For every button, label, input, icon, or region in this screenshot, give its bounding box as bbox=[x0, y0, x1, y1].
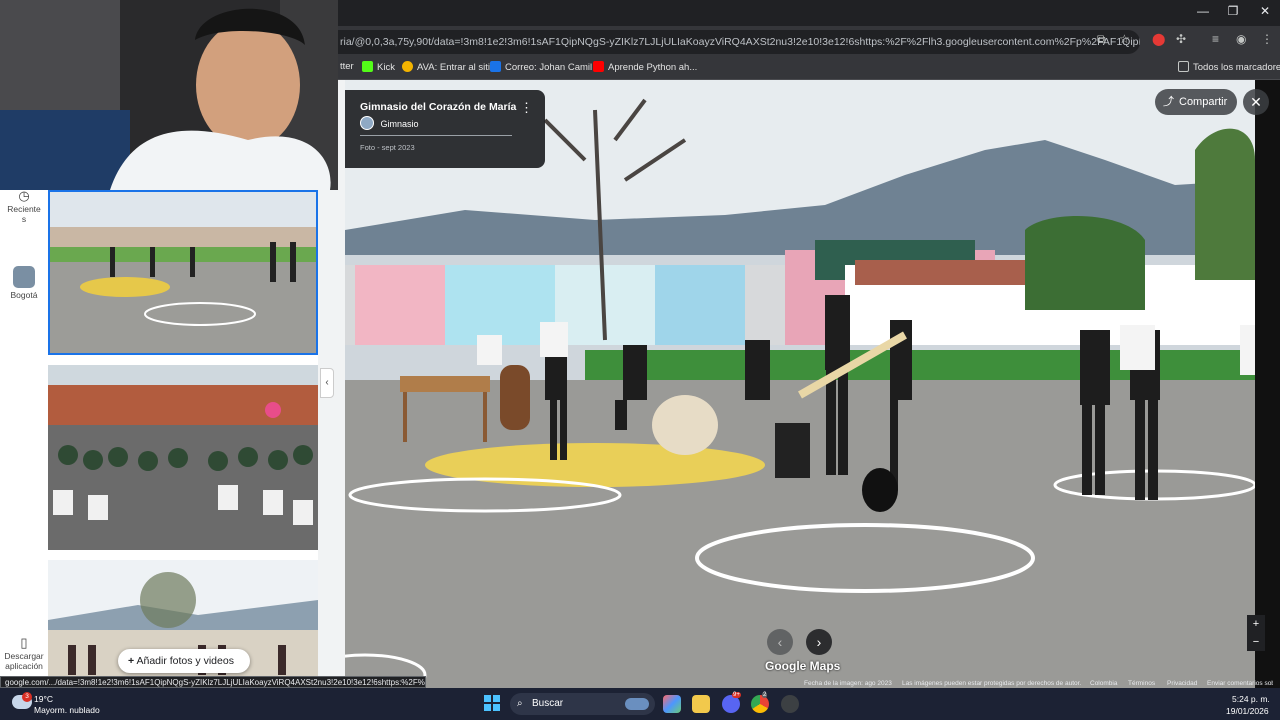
gym-avatar-icon bbox=[360, 116, 374, 130]
all-bookmarks[interactable]: Todos los marcadores bbox=[1178, 61, 1280, 73]
tab-search-icon[interactable]: ≡ bbox=[1212, 32, 1219, 46]
privacy-link[interactable]: Privacidad bbox=[1167, 680, 1197, 687]
previous-photo-button[interactable]: ‹ bbox=[767, 629, 793, 655]
thumbnail-image bbox=[50, 192, 316, 353]
folder-icon bbox=[1178, 61, 1189, 72]
chrome-icon[interactable]: 2 bbox=[751, 692, 769, 713]
place-title[interactable]: Gimnasio del Corazón de María bbox=[360, 101, 516, 113]
webcam-feed bbox=[0, 0, 338, 190]
card-divider bbox=[360, 135, 512, 136]
thumbnail-image bbox=[48, 365, 318, 550]
school-band-photo bbox=[345, 80, 1255, 688]
phone-icon: ▯ bbox=[20, 635, 28, 650]
share-icon: ⤴ bbox=[1163, 96, 1174, 108]
mail-icon bbox=[490, 61, 501, 72]
address-bar[interactable]: ria/@0,0,3a,75y,90t/data=!3m8!1e2!3m6!1s… bbox=[280, 30, 1140, 54]
search-highlight-icon bbox=[625, 698, 649, 710]
plus-icon: + bbox=[128, 655, 135, 667]
close-viewer-button[interactable]: ✕ bbox=[1243, 89, 1269, 115]
clock-time[interactable]: 5:24 p. m. bbox=[1232, 694, 1270, 704]
weather-temp: 19°C bbox=[34, 694, 53, 704]
search-icon: ⌕ bbox=[517, 698, 523, 709]
photo-date: Foto - sept 2023 bbox=[360, 143, 415, 152]
discord-badge: 9+ bbox=[732, 692, 741, 698]
zoom-control: + − bbox=[1247, 615, 1265, 651]
file-explorer-icon[interactable] bbox=[692, 695, 710, 713]
weather-desc: Mayorm. nublado bbox=[34, 705, 100, 715]
menu-icon[interactable]: ⋮ bbox=[1261, 32, 1273, 46]
weather-widget[interactable]: 3 19°C Mayorm. nublado bbox=[8, 692, 108, 716]
webcam-overlay bbox=[0, 0, 338, 190]
feedback-link[interactable]: Enviar comentarios sobre el producto bbox=[1207, 680, 1273, 687]
place-category-row: Gimnasio bbox=[360, 116, 419, 130]
terms-link[interactable]: Términos bbox=[1128, 680, 1155, 687]
main-photo[interactable] bbox=[345, 80, 1255, 688]
google-maps-logo: Google Maps bbox=[765, 659, 841, 673]
weather-alert-badge: 3 bbox=[22, 692, 32, 702]
bookmark-twitter[interactable]: tter bbox=[340, 61, 354, 72]
youtube-icon bbox=[593, 61, 604, 72]
image-date: Fecha de la imagen: ago 2023 bbox=[804, 680, 892, 687]
more-options-icon[interactable]: ⋮ bbox=[520, 100, 533, 116]
place-info-card[interactable]: Gimnasio del Corazón de María ⋮ Gimnasio… bbox=[345, 90, 545, 168]
app-icon[interactable] bbox=[781, 695, 799, 713]
maximize-button[interactable]: ❐ bbox=[1218, 4, 1248, 18]
close-window-button[interactable]: ✕ bbox=[1250, 4, 1280, 18]
windows-start-icon[interactable] bbox=[484, 695, 500, 711]
copilot-icon[interactable] bbox=[663, 695, 681, 713]
bookmark-ava[interactable]: AVA: Entrar al sitio bbox=[402, 61, 495, 73]
download-app-button[interactable]: ▯ Descargar aplicación bbox=[0, 635, 48, 671]
chevron-left-icon: ‹ bbox=[325, 377, 329, 388]
profile-icon[interactable]: ◉ bbox=[1236, 32, 1246, 46]
share-button[interactable]: ⤴ Compartir bbox=[1155, 89, 1237, 115]
copyright-notice: Las imágenes pueden estar protegidas por… bbox=[902, 680, 1082, 687]
add-photos-button[interactable]: + Añadir fotos y videos bbox=[118, 649, 250, 673]
bookmark-correo[interactable]: Correo: Johan Camil... bbox=[490, 61, 600, 73]
bookmark-star-icon[interactable]: ☆ bbox=[1119, 32, 1130, 46]
kick-icon bbox=[362, 61, 373, 72]
bookmark-kick[interactable]: Kick bbox=[362, 61, 395, 73]
extensions-puzzle-icon[interactable]: ✣ bbox=[1176, 32, 1186, 46]
place-thumbnail-icon bbox=[13, 266, 35, 288]
taskbar-search[interactable]: ⌕ Buscar bbox=[510, 693, 655, 715]
url-text: ria/@0,0,3a,75y,90t/data=!3m8!1e2!3m6!1s… bbox=[340, 36, 1140, 48]
clock-date[interactable]: 19/01/2026 bbox=[1226, 706, 1269, 716]
viewer-right-edge bbox=[1255, 80, 1280, 688]
zoom-in-button[interactable]: + bbox=[1247, 615, 1265, 633]
photo-thumbnail[interactable] bbox=[48, 365, 318, 550]
country-link[interactable]: Colombia bbox=[1090, 680, 1117, 687]
link-status-bar: google.com/.../data=!3m8!1e2!3m6!1sAF1Qi… bbox=[0, 676, 426, 688]
ava-icon bbox=[402, 61, 413, 72]
zoom-out-button[interactable]: − bbox=[1247, 633, 1265, 651]
recents-button[interactable]: ◷ Reciente s bbox=[0, 188, 48, 224]
extension-icon[interactable]: ⬤ bbox=[1152, 32, 1165, 46]
chrome-badge: 2 bbox=[762, 692, 768, 698]
cast-icon[interactable]: ⧉ bbox=[1097, 32, 1106, 47]
recent-place-bogota[interactable]: Bogotá bbox=[0, 266, 48, 300]
bookmark-python[interactable]: Aprende Python ah... bbox=[593, 61, 697, 73]
minimize-button[interactable]: — bbox=[1188, 4, 1218, 18]
next-photo-button[interactable]: › bbox=[806, 629, 832, 655]
collapse-panel-button[interactable]: ‹ bbox=[320, 368, 334, 398]
discord-icon[interactable]: 9+ bbox=[722, 692, 741, 713]
history-icon: ◷ bbox=[18, 188, 30, 203]
photo-thumbnail[interactable] bbox=[48, 190, 318, 355]
